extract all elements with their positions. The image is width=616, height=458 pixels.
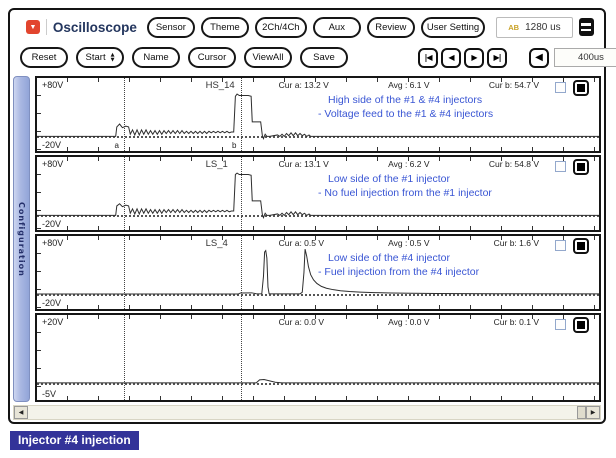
cursor-a-measurement: Cur a: 0.0 V <box>278 317 325 328</box>
reset-button[interactable]: Reset <box>20 47 68 68</box>
active-square-icon <box>577 163 585 172</box>
toolbar-divider <box>46 19 47 35</box>
spinner-icon[interactable]: ▲ ▼ <box>111 53 115 62</box>
viewall-button[interactable]: ViewAll <box>244 47 292 68</box>
scale-bottom-label: -5V <box>42 388 57 399</box>
start-button[interactable]: Start ▲ ▼ <box>76 47 124 68</box>
name-button[interactable]: Name <box>132 47 180 68</box>
channel-active-button[interactable] <box>573 238 589 255</box>
cursor-b-measurement: Cur b: 1.6 V <box>493 238 539 249</box>
status-label: Injector #4 injection <box>10 431 139 450</box>
last-record-icon[interactable]: ▶| <box>487 47 507 68</box>
scroll-left-icon[interactable]: ◀ <box>14 406 28 419</box>
waveform <box>37 315 599 400</box>
annotation-line2: - Fuel injection from the #4 injector <box>318 265 480 278</box>
timebase-decrease-icon[interactable]: ◀ <box>529 47 549 68</box>
review-button[interactable]: Review <box>366 16 415 38</box>
measurement-row: Cur a: 13.2 V Avg : 6.1 V Cur b: 54.7 V <box>279 80 539 90</box>
ab-time-value: 1280 us <box>525 21 561 33</box>
first-record-icon[interactable]: |◀ <box>418 47 438 68</box>
channel-name: HS_14 <box>205 80 235 91</box>
menu-icon[interactable] <box>578 18 594 36</box>
channel-panel: +20V -5V Cur a: 0.0 V Avg : 0.0 V Cur b:… <box>35 313 601 402</box>
horizontal-scrollbar[interactable]: ◀ ▶ <box>13 405 601 420</box>
scale-top-label: +80V <box>42 159 64 170</box>
cursor-b-measurement: Cur b: 54.7 V <box>488 80 539 90</box>
top-toolbar: ▼ Oscilloscope Sensor Theme 2Ch/4Ch Aux … <box>10 10 604 41</box>
oscilloscope-window: ▼ Oscilloscope Sensor Theme 2Ch/4Ch Aux … <box>8 8 616 424</box>
channel-checkbox[interactable] <box>555 240 566 252</box>
annotation: High side of the #1 & #4 injectors - Vol… <box>318 94 493 121</box>
channel-panel: +80V -20V LS_4 Cur a: 0.5 V Avg : 0.5 V … <box>35 234 601 312</box>
scale-bottom-label: -20V <box>42 140 62 151</box>
active-square-icon <box>577 84 585 92</box>
channel-name: LS_1 <box>205 159 228 171</box>
cursor-a-measurement: Cur a: 0.5 V <box>278 238 325 249</box>
aux-button[interactable]: Aux <box>312 16 361 38</box>
measurement-row: Cur a: 13.1 V Avg : 6.2 V Cur b: 54.8 V <box>279 159 539 169</box>
channel-active-button[interactable] <box>573 317 589 334</box>
channel-name: LS_4 <box>205 238 228 250</box>
annotation-line2: - Voltage feed to the #1 & #4 injectors <box>318 107 494 120</box>
user-setting-button[interactable]: User Setting <box>420 16 486 38</box>
channel-panel: +80V -20V LS_1 Cur a: 13.1 V Avg : 6.2 V… <box>35 155 601 233</box>
active-square-icon <box>577 242 585 251</box>
channel-checkbox[interactable] <box>555 82 566 93</box>
cursor-button[interactable]: Cursor <box>188 47 236 68</box>
scale-bottom-label: -20V <box>42 219 62 230</box>
active-square-icon <box>577 321 585 330</box>
channel-checkbox[interactable] <box>555 319 566 331</box>
scale-top-label: +80V <box>42 238 64 249</box>
theme-button[interactable]: Theme <box>200 16 249 38</box>
cursor-a-label: a <box>114 141 119 151</box>
channel-mode-button[interactable]: 2Ch/4Ch <box>254 16 307 38</box>
channel-checkbox[interactable] <box>555 161 566 173</box>
sensor-button[interactable]: Sensor <box>146 16 195 38</box>
cursor-b-label: b <box>232 141 237 151</box>
scrollbar-thumb[interactable] <box>577 406 586 419</box>
annotation-line1: Low side of the #4 injector <box>328 252 450 265</box>
avg-measurement: Avg : 6.1 V <box>388 80 430 90</box>
prev-record-icon[interactable]: ◀ <box>441 47 461 68</box>
annotation: Low side of the #1 injector - No fuel in… <box>318 173 492 200</box>
annotation-line2: - No fuel injection from the #1 injector <box>318 186 492 199</box>
cursor-b-measurement: Cur b: 54.8 V <box>488 159 539 170</box>
ab-cursor-icon: AB <box>508 22 520 32</box>
scroll-right-icon[interactable]: ▶ <box>586 406 600 419</box>
measurement-row: Cur a: 0.5 V Avg : 0.5 V Cur b: 1.6 V <box>279 238 539 248</box>
annotation: Low side of the #4 injector - Fuel injec… <box>318 252 479 279</box>
cursor-b-measurement: Cur b: 0.1 V <box>493 317 539 328</box>
timebase-control: ◀ 400us ▶ <box>529 47 616 68</box>
configuration-tab-label: Configuration <box>17 201 26 277</box>
channel-active-button[interactable] <box>573 80 589 96</box>
channels-container: +80V -20V HS_14 Cur a: 13.2 V Avg : 6.1 … <box>35 76 601 402</box>
save-button[interactable]: Save <box>300 47 348 68</box>
configuration-tab[interactable]: Configuration <box>13 76 30 402</box>
app-icon: ▼ <box>26 20 40 34</box>
ab-time-display: AB 1280 us <box>496 16 573 38</box>
channel-panel: +80V -20V HS_14 Cur a: 13.2 V Avg : 6.1 … <box>35 76 601 154</box>
measurement-row: Cur a: 0.0 V Avg : 0.0 V Cur b: 0.1 V <box>279 317 539 327</box>
scale-top-label: +20V <box>42 317 64 328</box>
plot-region: Configuration +80V -20V HS_14 Cur a: 13.… <box>13 76 601 402</box>
scale-bottom-label: -20V <box>42 298 62 309</box>
channel-active-button[interactable] <box>573 159 589 176</box>
timebase-value: 400us <box>554 48 616 67</box>
annotation-line1: High side of the #1 & #4 injectors <box>328 94 483 106</box>
avg-measurement: Avg : 0.5 V <box>388 238 430 249</box>
avg-measurement: Avg : 0.0 V <box>388 317 430 328</box>
next-record-icon[interactable]: ▶ <box>464 47 484 68</box>
scale-top-label: +80V <box>42 80 64 90</box>
start-label: Start <box>85 52 106 63</box>
control-toolbar: Reset Start ▲ ▼ Name Cursor ViewAll Save… <box>10 41 616 72</box>
annotation-line1: Low side of the #1 injector <box>328 173 450 186</box>
record-nav-group: |◀ ◀ ▶ ▶| <box>418 47 507 68</box>
avg-measurement: Avg : 6.2 V <box>388 159 430 170</box>
app-title: Oscilloscope <box>52 19 137 35</box>
cursor-a-measurement: Cur a: 13.2 V <box>278 80 329 90</box>
cursor-a-measurement: Cur a: 13.1 V <box>278 159 329 170</box>
